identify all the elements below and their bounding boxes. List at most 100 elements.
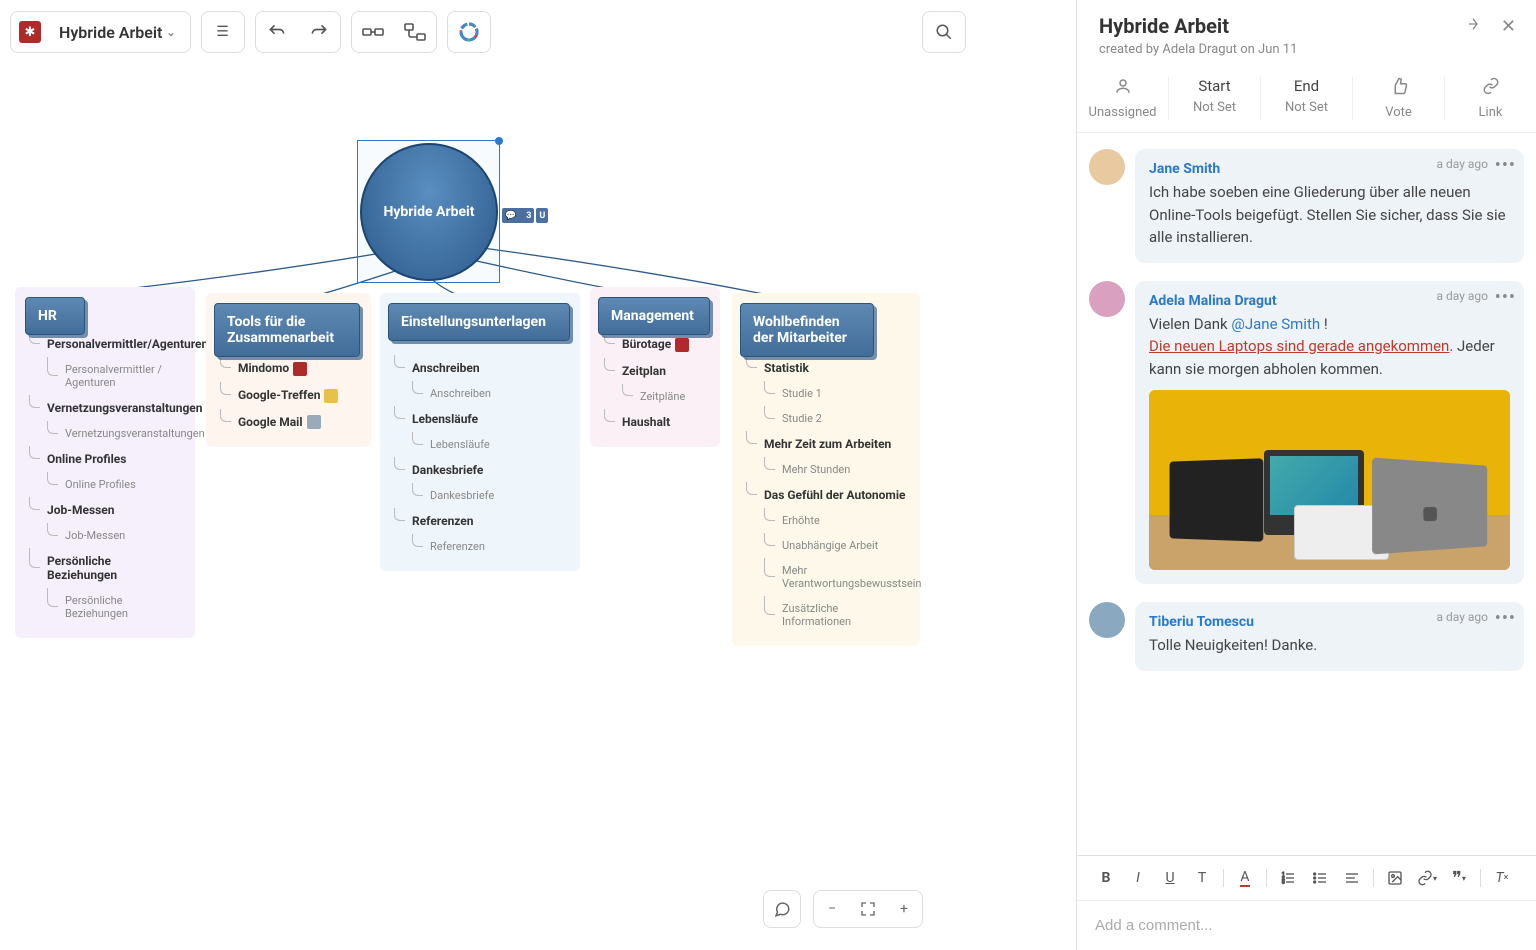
tree-item[interactable]: Google Mail bbox=[220, 409, 359, 436]
tree-item[interactable]: Zeitplan bbox=[604, 358, 708, 384]
tree-item[interactable]: Online Profiles bbox=[29, 472, 183, 497]
fit-button[interactable] bbox=[850, 891, 886, 927]
comment-menu-button[interactable]: ••• bbox=[1495, 287, 1516, 308]
theme-button[interactable] bbox=[448, 12, 490, 52]
tree-item[interactable]: Haushalt bbox=[604, 409, 708, 435]
textsize-button[interactable]: T bbox=[1187, 864, 1217, 892]
center-node-label: Hybride Arbeit bbox=[384, 204, 475, 220]
ordered-list-button[interactable]: 123 bbox=[1273, 864, 1303, 892]
canvas-bottom-controls: − + bbox=[763, 890, 923, 928]
hamburger-menu-button[interactable]: ☰ bbox=[202, 12, 244, 52]
tree-item[interactable]: Lebensläufe bbox=[394, 432, 568, 457]
tree-item[interactable]: Online Profiles bbox=[29, 446, 183, 472]
app-logo[interactable]: ✱ bbox=[11, 12, 49, 52]
clear-format-button[interactable]: T× bbox=[1487, 864, 1517, 892]
close-panel-button[interactable]: ✕ bbox=[1501, 16, 1516, 37]
tree-item[interactable]: Bürotage bbox=[604, 331, 708, 358]
map-title-dropdown[interactable]: Hybride Arbeit ⌄ bbox=[49, 12, 190, 52]
link-cell[interactable]: Link bbox=[1444, 77, 1536, 120]
selection-handle[interactable] bbox=[495, 137, 503, 145]
branch-header-tools[interactable]: Tools für die Zusammenarbeit bbox=[214, 303, 360, 357]
tree-item[interactable]: Mehr Zeit zum Arbeiten bbox=[746, 431, 908, 457]
tree-item[interactable]: Referenzen bbox=[394, 508, 568, 534]
search-button[interactable] bbox=[923, 12, 965, 52]
tree-item[interactable]: Lebensläufe bbox=[394, 406, 568, 432]
mention[interactable]: @Jane Smith bbox=[1231, 315, 1320, 333]
tree-item[interactable]: Dankesbriefe bbox=[394, 457, 568, 483]
collapse-panel-button[interactable] bbox=[1467, 16, 1483, 37]
comment: Jane Smith a day ago ••• Ich habe soeben… bbox=[1089, 149, 1524, 263]
comment-image[interactable] bbox=[1149, 390, 1510, 570]
insert-sibling-button[interactable] bbox=[352, 12, 394, 52]
tree-item[interactable]: Job-Messen bbox=[29, 523, 183, 548]
branch-header-mgmt[interactable]: Management bbox=[598, 297, 710, 335]
bold-button[interactable]: B bbox=[1091, 864, 1121, 892]
italic-button[interactable]: I bbox=[1123, 864, 1153, 892]
tree-item[interactable]: Statistik bbox=[746, 355, 908, 381]
comment-composer: B I U T A 123 ▾ ❞▾ T× bbox=[1077, 855, 1536, 950]
tree-item[interactable]: Vernetzungsveranstaltungen bbox=[29, 421, 183, 446]
comment-menu-button[interactable]: ••• bbox=[1495, 155, 1516, 176]
end-date-cell[interactable]: End Not Set bbox=[1260, 77, 1352, 120]
underline-button[interactable]: U bbox=[1155, 864, 1185, 892]
app-mini-icon bbox=[675, 338, 689, 352]
insert-child-button[interactable] bbox=[394, 12, 436, 52]
tree-item[interactable]: Studie 1 bbox=[746, 381, 908, 406]
tree-item[interactable]: Vernetzungsveranstaltungen bbox=[29, 395, 183, 421]
comments-toggle-button[interactable] bbox=[764, 891, 800, 927]
avatar bbox=[1089, 602, 1125, 638]
assignee-cell[interactable]: Unassigned bbox=[1077, 77, 1168, 120]
undo-button[interactable] bbox=[256, 12, 298, 52]
comment: Adela Malina Dragut a day ago ••• Vielen… bbox=[1089, 281, 1524, 585]
tree-item[interactable]: Google-Treffen bbox=[220, 382, 359, 409]
tree-item[interactable]: Anschreiben bbox=[394, 381, 568, 406]
zoom-in-button[interactable]: + bbox=[886, 891, 922, 927]
avatar bbox=[1089, 149, 1125, 185]
branch-header-well[interactable]: Wohlbefinden der Mitarbeiter bbox=[740, 303, 874, 357]
comment: Tiberiu Tomescu a day ago ••• Tolle Neui… bbox=[1089, 602, 1524, 671]
comment-count-badge[interactable]: 💬3 bbox=[502, 208, 534, 223]
tree-item[interactable]: Mindomo bbox=[220, 355, 359, 382]
tree-item[interactable]: Persönliche Beziehungen bbox=[29, 588, 183, 626]
panel-header: Hybride Arbeit created by Adela Dragut o… bbox=[1077, 0, 1536, 65]
insert-group bbox=[351, 11, 437, 53]
link-format-button[interactable]: ▾ bbox=[1412, 864, 1442, 892]
tree-item[interactable]: Job-Messen bbox=[29, 497, 183, 523]
quote-button[interactable]: ❞▾ bbox=[1444, 864, 1474, 892]
branch-header-docs[interactable]: Einstellungsunterlagen bbox=[388, 303, 570, 341]
map-title-text: Hybride Arbeit bbox=[59, 23, 162, 42]
tree-item[interactable]: Mehr Verantwortungsbewusstsein bbox=[746, 558, 908, 596]
avatar bbox=[1089, 281, 1125, 317]
comment-time: a day ago bbox=[1437, 610, 1488, 624]
tree-item[interactable]: Persönliche Beziehungen bbox=[29, 548, 183, 588]
tree-item[interactable]: Das Gefühl der Autonomie bbox=[746, 482, 908, 508]
tree-item[interactable]: Mehr Stunden bbox=[746, 457, 908, 482]
branch-header-hr[interactable]: HR bbox=[25, 297, 85, 335]
info-badge[interactable]: U bbox=[536, 208, 548, 223]
center-node[interactable]: Hybride Arbeit bbox=[360, 143, 498, 281]
tree-item[interactable]: Personalvermittler / Agenturen bbox=[29, 357, 183, 395]
comment-input[interactable] bbox=[1077, 901, 1536, 950]
redo-button[interactable] bbox=[298, 12, 340, 52]
tree-item[interactable]: Dankesbriefe bbox=[394, 483, 568, 508]
mindmap-canvas[interactable]: Hybride Arbeit 💬3 U Personalvermittler/A… bbox=[0, 65, 935, 950]
image-button[interactable] bbox=[1380, 864, 1410, 892]
tree-item[interactable]: Anschreiben bbox=[394, 355, 568, 381]
tree-item[interactable]: Unabhängige Arbeit bbox=[746, 533, 908, 558]
start-date-cell[interactable]: Start Not Set bbox=[1168, 77, 1260, 120]
tree-item[interactable]: Studie 2 bbox=[746, 406, 908, 431]
title-group: ✱ Hybride Arbeit ⌄ bbox=[10, 11, 191, 53]
attachment-link[interactable]: Die neuen Laptops sind gerade angekommen bbox=[1149, 337, 1449, 355]
format-toolbar: B I U T A 123 ▾ ❞▾ T× bbox=[1077, 856, 1536, 901]
comment-menu-button[interactable]: ••• bbox=[1495, 608, 1516, 629]
tree-item[interactable]: Erhöhte bbox=[746, 508, 908, 533]
unordered-list-button[interactable] bbox=[1305, 864, 1335, 892]
tree-item[interactable]: Zeitpläne bbox=[604, 384, 708, 409]
align-button[interactable] bbox=[1337, 864, 1367, 892]
vote-cell[interactable]: Vote bbox=[1352, 77, 1444, 120]
zoom-out-button[interactable]: − bbox=[814, 891, 850, 927]
tree-item[interactable]: Zusätzliche Informationen bbox=[746, 596, 908, 634]
tree-item[interactable]: Referenzen bbox=[394, 534, 568, 559]
branch-hr[interactable]: Personalvermittler/AgenturenPersonalverm… bbox=[15, 287, 195, 638]
textcolor-button[interactable]: A bbox=[1230, 864, 1260, 892]
